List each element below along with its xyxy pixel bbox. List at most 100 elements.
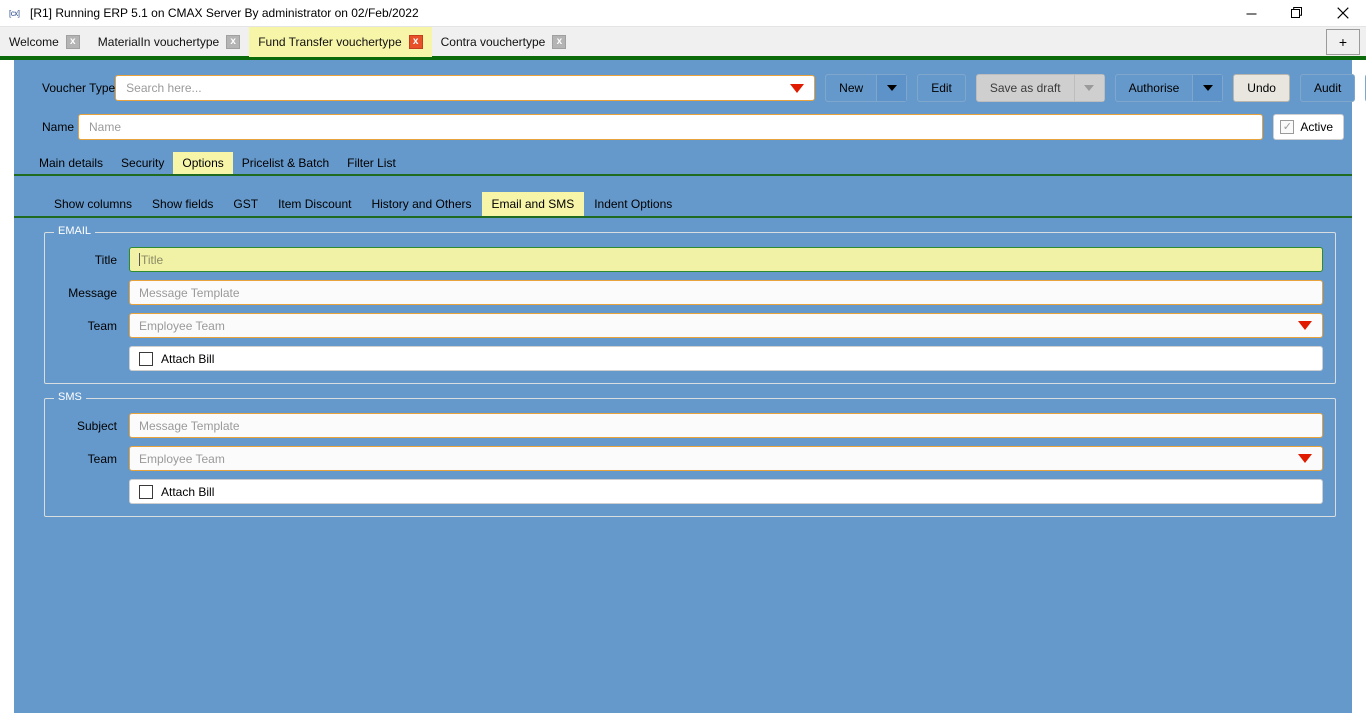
- sub-tab-bar: Show columns Show fields GST Item Discou…: [14, 192, 1352, 218]
- tab-close-icon[interactable]: x: [66, 35, 80, 49]
- voucher-type-search-placeholder: Search here...: [126, 81, 790, 95]
- active-checkbox[interactable]: ✓ Active: [1273, 114, 1344, 140]
- subtab-email-and-sms[interactable]: Email and SMS: [482, 192, 585, 216]
- undo-button-label: Undo: [1234, 81, 1289, 95]
- subtab-gst[interactable]: GST: [223, 192, 268, 216]
- name-input-placeholder: Name: [89, 120, 121, 134]
- new-button-label: New: [826, 81, 876, 95]
- new-button[interactable]: New: [825, 74, 907, 102]
- chevron-down-icon: [1203, 85, 1213, 91]
- email-attach-bill-label: Attach Bill: [161, 352, 214, 366]
- close-icon[interactable]: [1320, 0, 1366, 26]
- tab-close-icon[interactable]: x: [409, 35, 423, 49]
- tab-filter-list[interactable]: Filter List: [338, 152, 405, 174]
- email-title-row: Title Title: [57, 247, 1323, 272]
- tab-security[interactable]: Security: [112, 152, 173, 174]
- chevron-down-icon: [887, 85, 897, 91]
- document-tab-label: MaterialIn vouchertype: [98, 35, 219, 49]
- document-tab-label: Contra vouchertype: [441, 35, 546, 49]
- window-title: [R1] Running ERP 5.1 on CMAX Server By a…: [30, 6, 419, 20]
- document-tab-materialin-vouchertype[interactable]: MaterialIn vouchertype x: [89, 27, 249, 57]
- chevron-down-icon: [1084, 85, 1094, 91]
- active-checkbox-label: Active: [1300, 120, 1333, 134]
- svg-text:[cx]: [cx]: [9, 9, 20, 18]
- email-team-input[interactable]: Employee Team: [129, 313, 1323, 338]
- email-attach-bill-row: Attach Bill: [57, 346, 1323, 371]
- email-attach-bill-checkbox[interactable]: Attach Bill: [129, 346, 1323, 371]
- sms-attach-bill-label: Attach Bill: [161, 485, 214, 499]
- name-input[interactable]: Name: [78, 114, 1263, 140]
- email-title-placeholder: Title: [141, 253, 1316, 267]
- email-team-label: Team: [57, 319, 129, 333]
- tab-options[interactable]: Options: [173, 152, 232, 174]
- sms-subject-placeholder: Message Template: [139, 419, 1316, 433]
- subtab-history-and-others[interactable]: History and Others: [361, 192, 481, 216]
- main-tab-bar: Main details Security Options Pricelist …: [14, 152, 1352, 176]
- minimize-icon[interactable]: [1228, 0, 1274, 26]
- subtab-show-columns[interactable]: Show columns: [44, 192, 142, 216]
- checkbox-unchecked-icon: [139, 352, 153, 366]
- tab-close-icon[interactable]: x: [552, 35, 566, 49]
- window-controls: [1228, 0, 1366, 26]
- dropdown-arrow-icon[interactable]: [790, 84, 804, 93]
- dropdown-arrow-icon[interactable]: [1298, 321, 1312, 330]
- document-tab-label: Fund Transfer vouchertype: [258, 35, 401, 49]
- sms-team-placeholder: Employee Team: [139, 452, 1298, 466]
- edit-button-label: Edit: [918, 81, 965, 95]
- sms-subject-row: Subject Message Template: [57, 413, 1323, 438]
- name-row: Name Name ✓ Active: [26, 114, 1344, 140]
- tab-pricelist-and-batch[interactable]: Pricelist & Batch: [233, 152, 338, 174]
- authorise-button[interactable]: Authorise: [1115, 74, 1224, 102]
- restore-icon[interactable]: [1274, 0, 1320, 26]
- audit-button[interactable]: Audit: [1300, 74, 1355, 102]
- email-team-placeholder: Employee Team: [139, 319, 1298, 333]
- save-as-draft-button: Save as draft: [976, 74, 1105, 102]
- new-tab-button-wrap: +: [1326, 29, 1360, 55]
- sms-fieldset-legend: SMS: [54, 391, 86, 403]
- app-icon: [cx]: [8, 5, 24, 21]
- document-tab-label: Welcome: [9, 35, 59, 49]
- subtab-item-discount[interactable]: Item Discount: [268, 192, 361, 216]
- audit-button-label: Audit: [1301, 81, 1354, 95]
- email-message-input[interactable]: Message Template: [129, 280, 1323, 305]
- document-tab-strip: Welcome x MaterialIn vouchertype x Fund …: [0, 26, 1366, 56]
- save-as-draft-dropdown: [1074, 75, 1104, 101]
- tab-close-icon[interactable]: x: [226, 35, 240, 49]
- document-tab-welcome[interactable]: Welcome x: [0, 27, 89, 57]
- edit-button[interactable]: Edit: [917, 74, 966, 102]
- application-body: Voucher Type Search here... New Edit Sav…: [0, 60, 1366, 727]
- sms-team-input[interactable]: Employee Team: [129, 446, 1323, 471]
- email-fieldset: EMAIL Title Title Message Message Templa…: [44, 232, 1336, 384]
- subtab-indent-options[interactable]: Indent Options: [584, 192, 682, 216]
- sms-attach-bill-row: Attach Bill: [57, 479, 1323, 504]
- sms-team-label: Team: [57, 452, 129, 466]
- tab-main-details[interactable]: Main details: [30, 152, 112, 174]
- checkbox-unchecked-icon: [139, 485, 153, 499]
- authorise-button-dropdown[interactable]: [1192, 75, 1222, 101]
- voucher-type-label: Voucher Type: [26, 81, 115, 95]
- checkbox-checked-icon: ✓: [1280, 120, 1294, 134]
- sms-team-row: Team Employee Team: [57, 446, 1323, 471]
- email-message-label: Message: [57, 286, 129, 300]
- document-tab-contra-vouchertype[interactable]: Contra vouchertype x: [432, 27, 576, 57]
- email-message-placeholder: Message Template: [139, 286, 1316, 300]
- new-button-dropdown[interactable]: [876, 75, 906, 101]
- name-label: Name: [26, 120, 78, 134]
- dropdown-arrow-icon[interactable]: [1298, 454, 1312, 463]
- voucher-type-search-input[interactable]: Search here...: [115, 75, 815, 101]
- text-cursor-icon: [139, 253, 140, 266]
- subtab-show-fields[interactable]: Show fields: [142, 192, 223, 216]
- sms-fieldset: SMS Subject Message Template Team Employ…: [44, 398, 1336, 517]
- email-title-input[interactable]: Title: [129, 247, 1323, 272]
- voucher-type-toolbar-row: Voucher Type Search here... New Edit Sav…: [26, 60, 1344, 102]
- window-titlebar: [cx] [R1] Running ERP 5.1 on CMAX Server…: [0, 0, 1366, 26]
- document-tab-fund-transfer-vouchertype[interactable]: Fund Transfer vouchertype x: [249, 27, 431, 57]
- authorise-button-label: Authorise: [1116, 81, 1193, 95]
- email-team-row: Team Employee Team: [57, 313, 1323, 338]
- email-fieldset-legend: EMAIL: [54, 225, 95, 237]
- new-tab-button[interactable]: +: [1326, 29, 1360, 55]
- sms-subject-label: Subject: [57, 419, 129, 433]
- sms-subject-input[interactable]: Message Template: [129, 413, 1323, 438]
- sms-attach-bill-checkbox[interactable]: Attach Bill: [129, 479, 1323, 504]
- undo-button[interactable]: Undo: [1233, 74, 1290, 102]
